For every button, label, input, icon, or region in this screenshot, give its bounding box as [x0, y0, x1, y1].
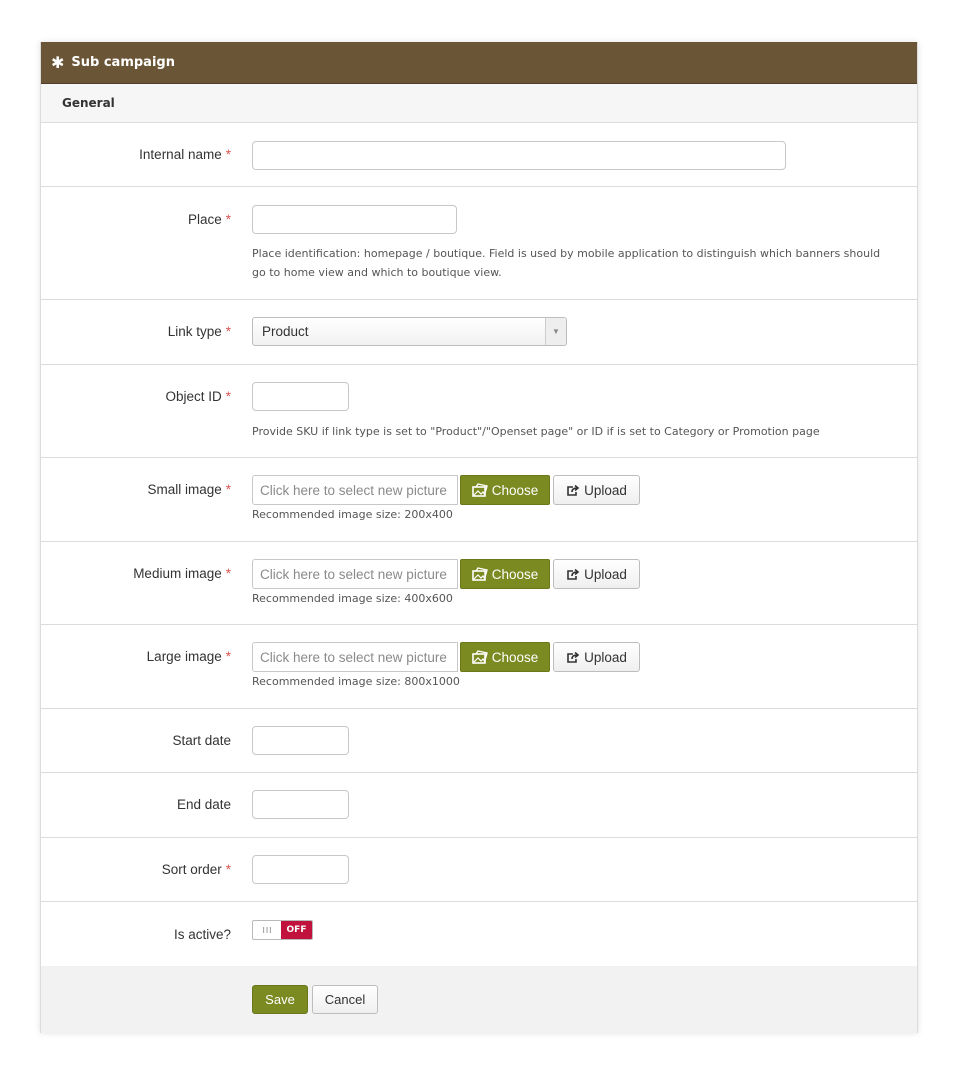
panel-title: Sub campaign [71, 55, 175, 70]
asterisk-icon: ✱ [51, 52, 65, 72]
place-help: Place identification: homepage / boutiqu… [252, 247, 881, 279]
medium-image-picker: Click here to select new picture Choose … [252, 559, 642, 589]
images-icon [471, 650, 488, 664]
upload-icon [566, 484, 580, 497]
row-end-date: End date [41, 773, 917, 838]
small-image-input[interactable]: Click here to select new picture [252, 475, 458, 505]
required-mark: * [225, 389, 231, 404]
row-medium-image: Medium image * Click here to select new p… [41, 542, 917, 625]
chevron-down-icon[interactable]: ▼ [545, 318, 566, 345]
row-internal-name: Internal name * [41, 123, 917, 187]
is-active-label: Is active? [173, 927, 231, 942]
required-mark: * [225, 147, 231, 162]
object-id-label: Object ID * [165, 389, 231, 404]
upload-label: Upload [584, 566, 627, 582]
small-image-choose-button[interactable]: Choose [460, 475, 550, 505]
choose-label: Choose [491, 649, 539, 665]
large-image-input[interactable]: Click here to select new picture [252, 642, 458, 672]
medium-image-label: Medium image * [133, 566, 231, 581]
row-place: Place * Place identification: homepage / … [41, 187, 917, 300]
cancel-button[interactable]: Cancel [312, 985, 378, 1014]
object-id-help: Provide SKU if link type is set to "Prod… [252, 425, 820, 438]
small-image-picker: Click here to select new picture Choose … [252, 475, 642, 505]
row-small-image: Small image * Click here to select new pi… [41, 458, 917, 542]
medium-image-recommended: Recommended image size: 400x600 [252, 592, 453, 605]
required-mark: * [225, 862, 231, 877]
toggle-grip: III [262, 925, 273, 935]
images-icon [471, 483, 488, 497]
row-large-image: Large image * Click here to select new pi… [41, 625, 917, 709]
images-icon [471, 567, 488, 581]
required-mark: * [225, 324, 231, 339]
upload-label: Upload [584, 482, 627, 498]
large-image-picker: Click here to select new picture Choose … [252, 642, 642, 672]
small-image-label: Small image * [147, 482, 231, 497]
required-mark: * [225, 212, 231, 227]
link-type-value: Product [262, 324, 309, 339]
large-image-label: Large image * [146, 649, 231, 664]
required-mark: * [225, 566, 231, 581]
upload-icon [566, 651, 580, 664]
save-button[interactable]: Save [252, 985, 308, 1014]
is-active-toggle[interactable]: III OFF [252, 920, 313, 940]
internal-name-label: Internal name * [139, 147, 231, 162]
medium-image-choose-button[interactable]: Choose [460, 559, 550, 589]
row-start-date: Start date [41, 709, 917, 773]
small-image-recommended: Recommended image size: 200x400 [252, 508, 453, 521]
section-general: General [41, 84, 917, 123]
choose-label: Choose [491, 482, 539, 498]
internal-name-input[interactable] [252, 141, 786, 170]
start-date-label: Start date [172, 733, 231, 748]
required-mark: * [225, 482, 231, 497]
medium-image-upload-button[interactable]: Upload [553, 559, 640, 589]
link-type-label: Link type * [167, 324, 231, 339]
object-id-input[interactable] [252, 382, 349, 411]
upload-icon [566, 568, 580, 581]
section-title: General [62, 96, 115, 110]
end-date-input[interactable] [252, 790, 349, 819]
panel-header: ✱ Sub campaign [41, 42, 917, 84]
place-input[interactable] [252, 205, 457, 234]
large-image-upload-button[interactable]: Upload [553, 642, 640, 672]
row-is-active: Is active? III OFF [41, 902, 917, 966]
large-image-choose-button[interactable]: Choose [460, 642, 550, 672]
sort-order-input[interactable] [252, 855, 349, 884]
choose-label: Choose [491, 566, 539, 582]
sub-campaign-panel: ✱ Sub campaign General Internal name * Pl… [40, 42, 918, 1033]
toggle-state: OFF [281, 921, 312, 939]
start-date-input[interactable] [252, 726, 349, 755]
upload-label: Upload [584, 649, 627, 665]
required-mark: * [225, 649, 231, 664]
row-link-type: Link type * Product ▼ [41, 300, 917, 365]
row-object-id: Object ID * Provide SKU if link type is s… [41, 365, 917, 458]
sort-order-label: Sort order * [161, 862, 231, 877]
small-image-upload-button[interactable]: Upload [553, 475, 640, 505]
large-image-recommended: Recommended image size: 800x1000 [252, 675, 460, 688]
row-sort-order: Sort order * [41, 838, 917, 902]
end-date-label: End date [176, 797, 231, 812]
medium-image-input[interactable]: Click here to select new picture [252, 559, 458, 589]
form-actions: Save Cancel [41, 966, 917, 1033]
place-label: Place * [187, 212, 231, 227]
link-type-select[interactable]: Product ▼ [252, 317, 567, 346]
